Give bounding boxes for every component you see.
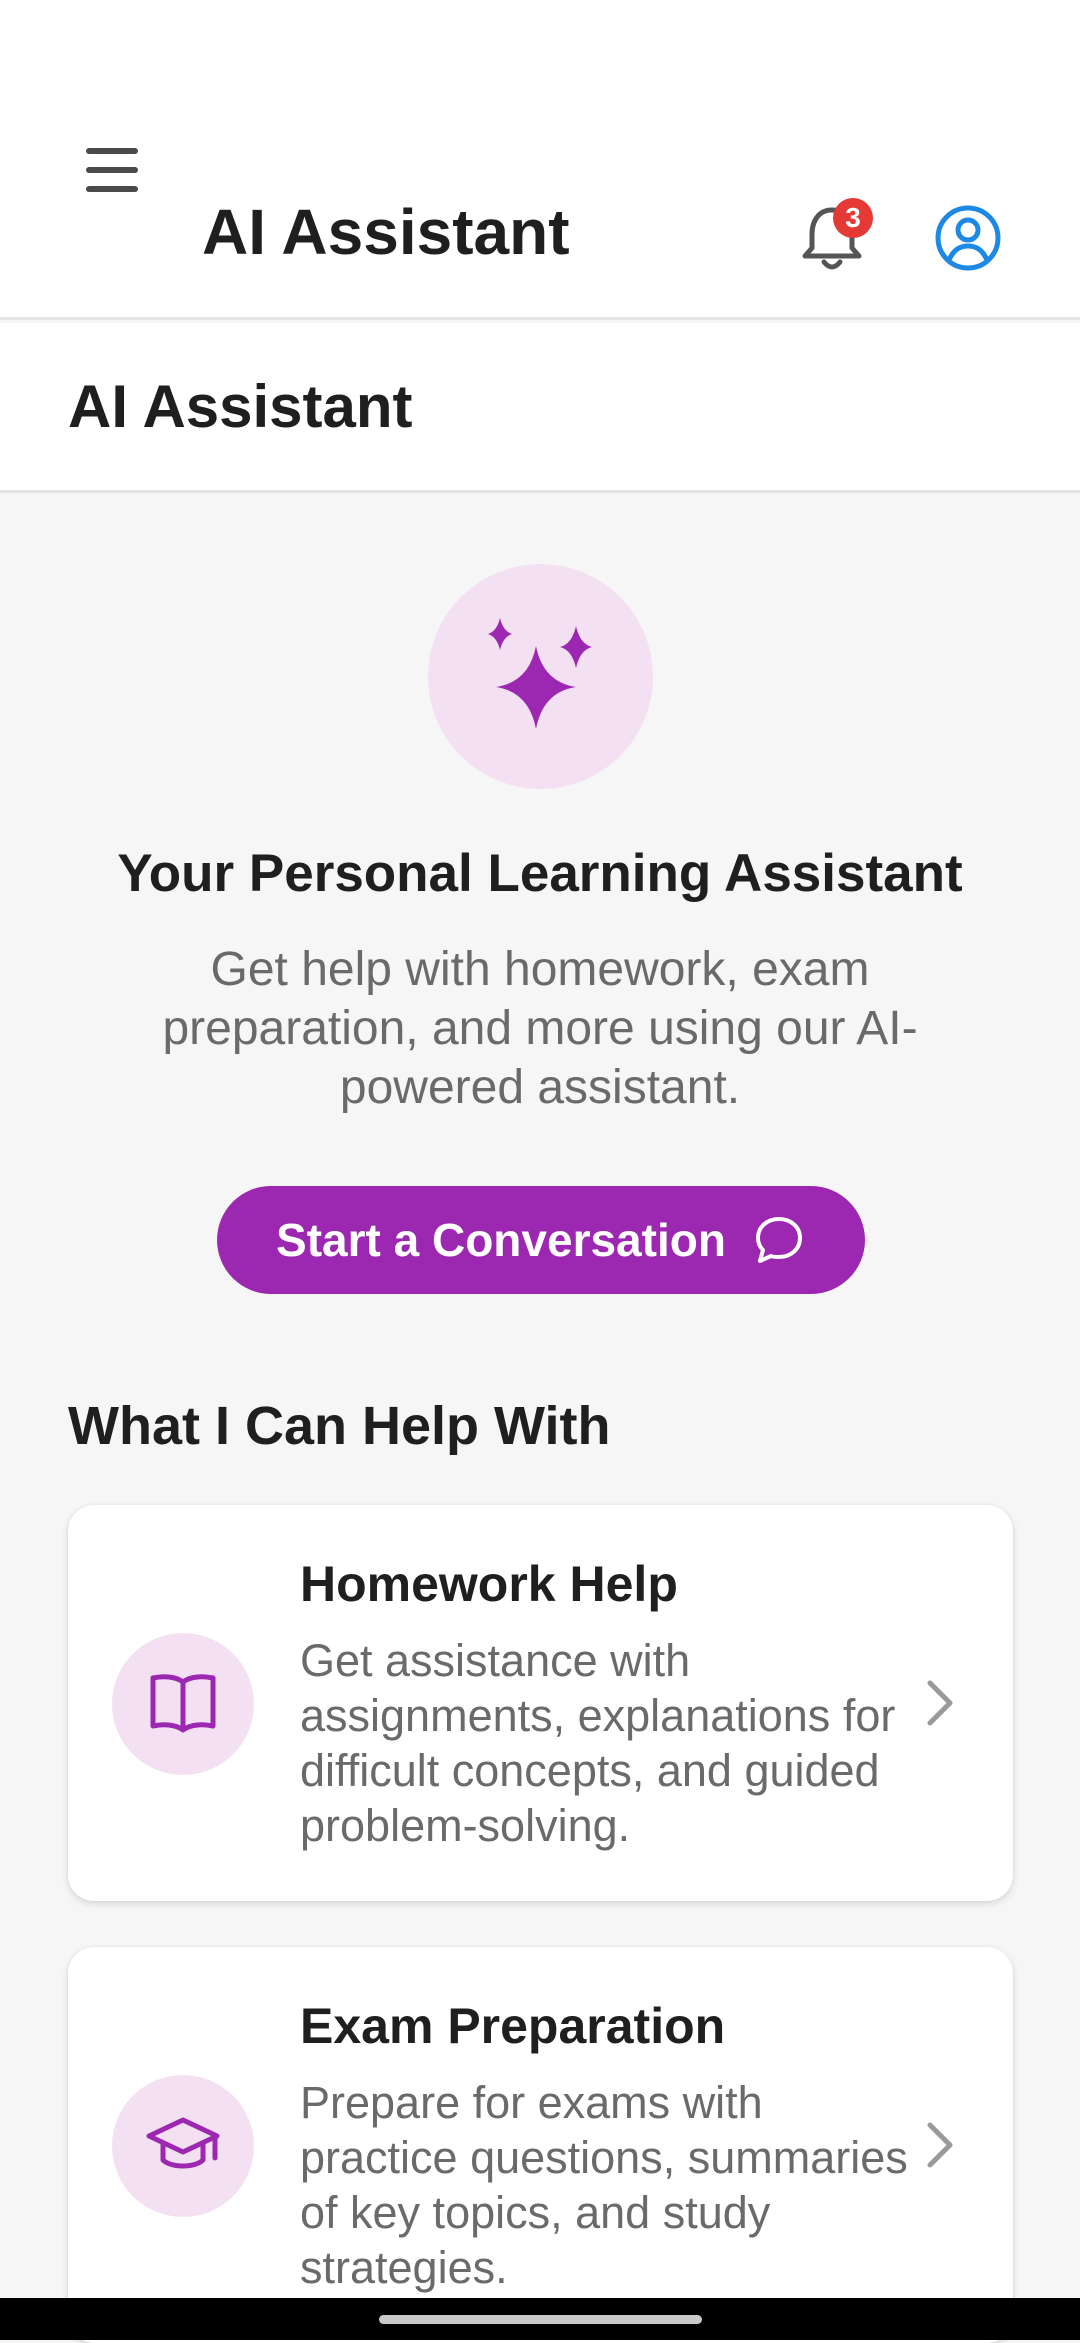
card-description: Get assistance with assignments, explana…	[300, 1635, 896, 1851]
card-title: Exam Preparation	[300, 1998, 726, 2054]
book-open-icon	[150, 1674, 216, 1733]
chevron-right-icon	[927, 1680, 953, 1726]
app-title: AI Assistant	[202, 196, 570, 268]
section-title: What I Can Help With	[68, 1396, 611, 1456]
menu-icon[interactable]	[72, 130, 152, 210]
card-icon-circle	[112, 2075, 254, 2217]
notification-badge: 3	[833, 198, 873, 238]
start-conversation-button[interactable]: Start a Conversation	[217, 1186, 865, 1294]
home-gesture-handle[interactable]	[379, 2315, 702, 2324]
card-homework-help[interactable]: Homework Help Get assistance with assign…	[68, 1505, 1013, 1901]
chat-bubble-icon	[755, 1217, 802, 1263]
card-description: Prepare for exams with practice question…	[300, 2077, 908, 2293]
chevron-right-icon	[927, 2122, 953, 2168]
account-circle-icon[interactable]	[928, 198, 1008, 278]
page-title: AI Assistant	[68, 373, 413, 440]
sparkles-icon	[488, 618, 592, 729]
status-bar	[0, 0, 1080, 80]
hero-title: Your Personal Learning Assistant	[117, 844, 963, 903]
hero-icon-circle	[428, 564, 653, 789]
start-conversation-label: Start a Conversation	[276, 1214, 726, 1266]
card-exam-preparation[interactable]: Exam Preparation Prepare for exams with …	[68, 1947, 1013, 2343]
card-icon-circle	[112, 1633, 254, 1775]
hero-subtitle: Get help with homework, exam preparation…	[162, 943, 918, 1114]
card-title: Homework Help	[300, 1556, 678, 1612]
graduation-cap-icon	[146, 2117, 220, 2169]
